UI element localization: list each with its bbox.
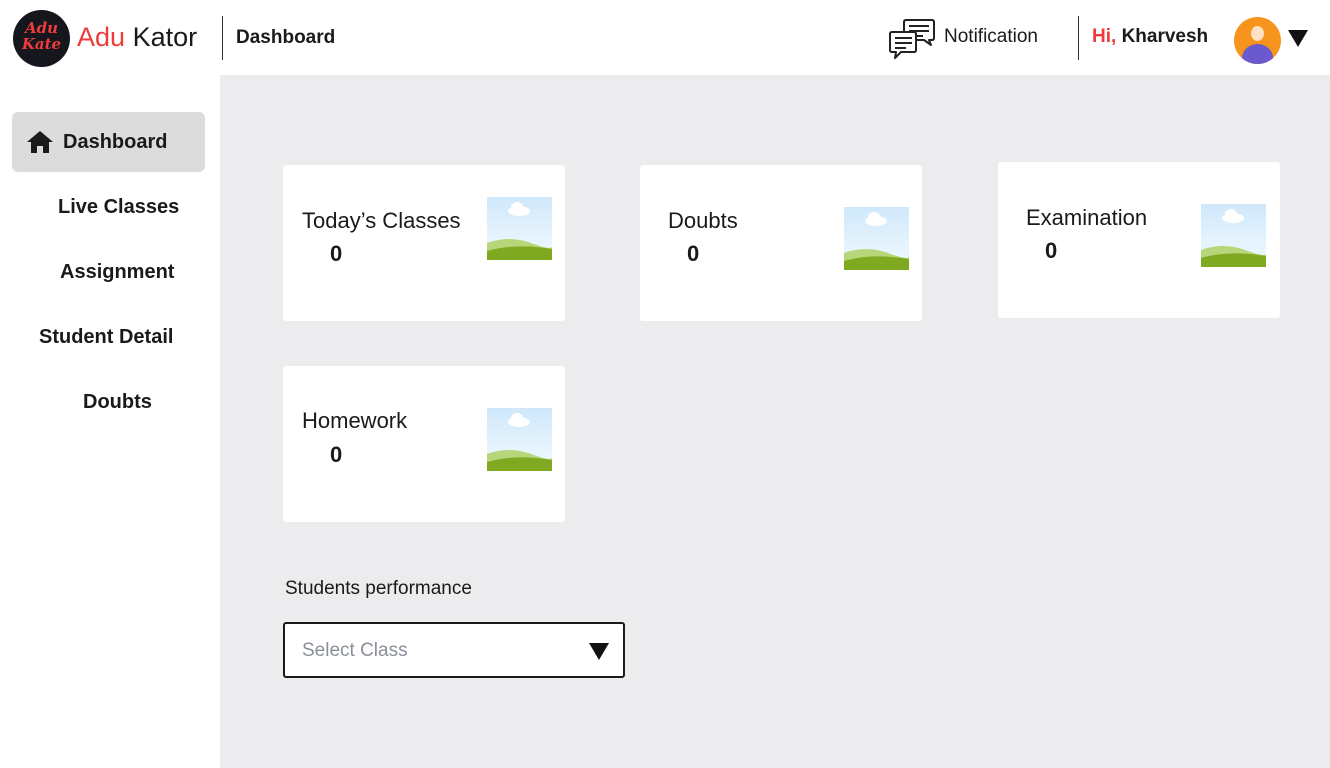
chevron-down-icon	[589, 643, 609, 660]
image-placeholder-icon	[487, 408, 552, 471]
main-content: Today’s Classes 0 Doubts 0 Examination 0	[220, 75, 1330, 768]
card-value: 0	[1045, 238, 1058, 263]
header-divider	[222, 16, 223, 60]
sidebar-item-student-detail[interactable]: Student Detail	[0, 307, 219, 367]
card-value: 0	[330, 241, 343, 266]
sidebar-item-doubts[interactable]: Doubts	[0, 372, 219, 432]
avatar-body	[1242, 44, 1273, 64]
sidebar-item-label: Student Detail	[39, 326, 174, 348]
card-examination[interactable]: Examination 0	[998, 162, 1280, 318]
card-title: Doubts	[668, 208, 738, 233]
sidebar-item-label: Live Classes	[58, 196, 180, 218]
sidebar-item-dashboard[interactable]: Dashboard	[12, 112, 205, 172]
sidebar-item-assignment[interactable]: Assignment	[0, 242, 219, 302]
image-placeholder-icon	[1201, 204, 1266, 267]
home-icon	[27, 131, 53, 153]
image-placeholder-icon	[487, 197, 552, 260]
students-performance-label: Students performance	[285, 578, 472, 599]
avatar[interactable]	[1234, 17, 1281, 64]
sidebar-item-label: Assignment	[60, 261, 175, 283]
card-todays-classes[interactable]: Today’s Classes 0	[283, 165, 565, 321]
user-greeting: Hi, Kharvesh	[1092, 26, 1208, 48]
sidebar-item-live-classes[interactable]: Live Classes	[0, 177, 219, 237]
card-title: Today’s Classes	[302, 208, 461, 233]
logo-text-line-1: Adu	[24, 19, 59, 37]
sidebar-item-label: Dashboard	[63, 131, 168, 153]
avatar-head	[1251, 26, 1264, 41]
card-title: Homework	[302, 408, 408, 433]
notification-link[interactable]: Notification	[944, 26, 1038, 48]
image-placeholder-icon	[844, 207, 909, 270]
logo-badge[interactable]: Adu Kate	[13, 10, 70, 67]
header-page-title: Dashboard	[236, 27, 336, 48]
sidebar-item-label: Doubts	[83, 391, 152, 413]
brand-name-part-1: Adu	[77, 22, 126, 52]
greeting-prefix: Hi,	[1092, 26, 1117, 47]
select-class-placeholder: Select Class	[302, 640, 408, 661]
card-value: 0	[330, 442, 343, 467]
sidebar: Dashboard Live Classes Assignment Studen…	[0, 75, 219, 768]
chevron-down-icon[interactable]	[1288, 30, 1308, 47]
select-class-dropdown[interactable]: Select Class	[283, 622, 625, 678]
chat-bubbles-icon[interactable]	[888, 17, 936, 61]
card-doubts[interactable]: Doubts 0	[640, 165, 922, 321]
header-divider	[1078, 16, 1079, 60]
card-title: Examination	[1026, 205, 1148, 230]
brand-name[interactable]: Adu Kator	[77, 20, 197, 54]
card-homework[interactable]: Homework 0	[283, 366, 565, 522]
user-name: Kharvesh	[1121, 26, 1209, 47]
top-header: Adu Kate Adu Kator Dashboard Notificatio…	[0, 0, 1330, 75]
card-value: 0	[687, 241, 700, 266]
brand-name-part-2: Kator	[132, 22, 198, 52]
logo-text-line-2: Kate	[21, 35, 62, 53]
